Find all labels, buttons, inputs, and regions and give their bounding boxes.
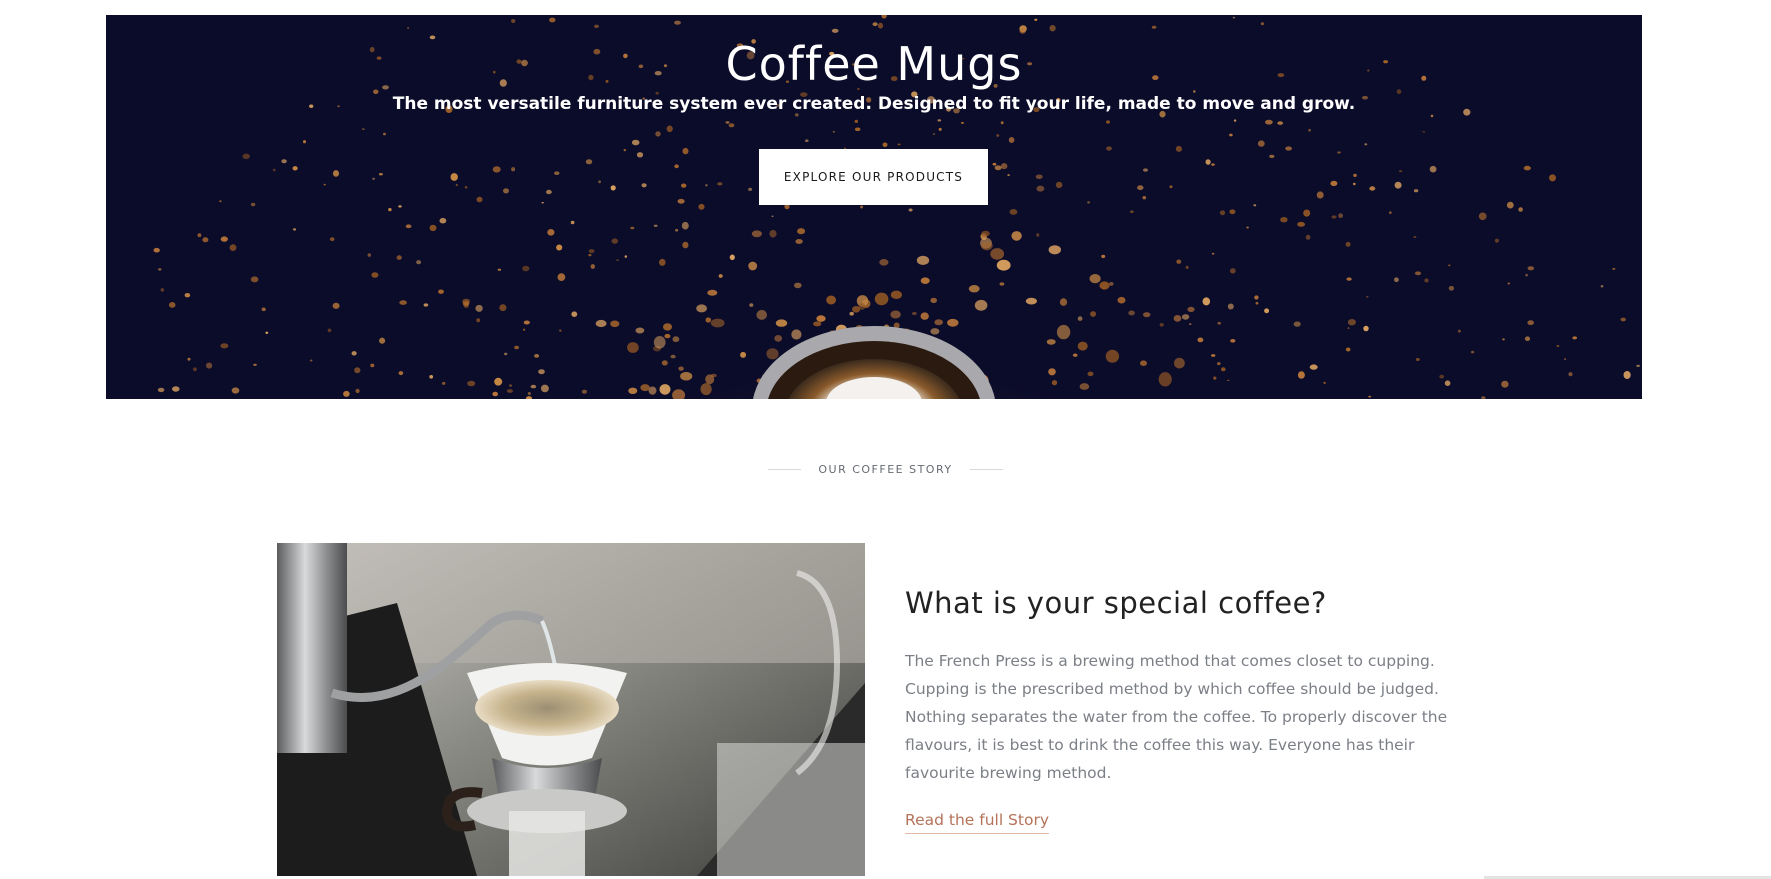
read-full-story-link[interactable]: Read the full Story [905, 811, 1050, 834]
hero-banner: Coffee Mugs The most versatile furniture… [106, 15, 1642, 399]
page: Coffee Mugs The most versatile furniture… [0, 0, 1771, 879]
heading-rule-left [768, 469, 802, 470]
story-body: The French Press is a brewing method tha… [905, 652, 1448, 782]
pour-over-coffee-image [277, 543, 865, 876]
story-title: What is your special coffee? [905, 586, 1327, 620]
hero-subtitle: The most versatile furniture system ever… [392, 94, 1356, 114]
heading-rule-right [969, 469, 1003, 470]
explore-products-button[interactable]: EXPLORE OUR PRODUCTS [759, 149, 988, 205]
section-heading-label: OUR COFFEE STORY [818, 463, 953, 476]
hero-title: Coffee Mugs [725, 37, 1023, 91]
section-heading: OUR COFFEE STORY [0, 463, 1771, 476]
